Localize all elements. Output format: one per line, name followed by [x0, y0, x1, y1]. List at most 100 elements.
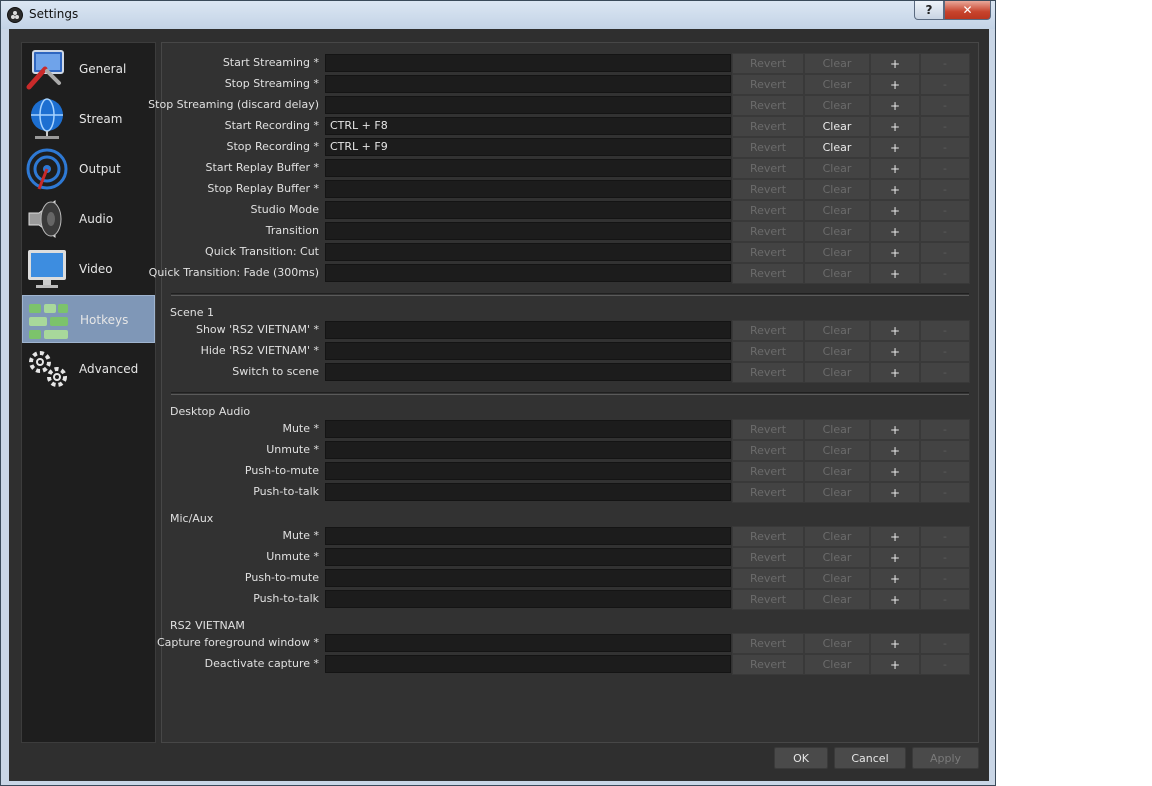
hotkey-input[interactable]	[325, 201, 731, 219]
remove-hotkey-button[interactable]: -	[920, 419, 970, 440]
add-hotkey-button[interactable]: +	[870, 158, 920, 179]
clear-button[interactable]: Clear	[804, 200, 870, 221]
clear-button[interactable]: Clear	[804, 547, 870, 568]
clear-button[interactable]: Clear	[804, 419, 870, 440]
add-hotkey-button[interactable]: +	[870, 242, 920, 263]
revert-button[interactable]: Revert	[732, 362, 804, 383]
add-hotkey-button[interactable]: +	[870, 221, 920, 242]
hotkey-input[interactable]	[325, 634, 731, 652]
sidebar-item-advanced[interactable]: Advanced	[22, 345, 155, 393]
sidebar-item-output[interactable]: Output	[22, 145, 155, 193]
add-hotkey-button[interactable]: +	[870, 633, 920, 654]
revert-button[interactable]: Revert	[732, 633, 804, 654]
add-hotkey-button[interactable]: +	[870, 137, 920, 158]
clear-button[interactable]: Clear	[804, 179, 870, 200]
hotkey-input[interactable]: CTRL + F9	[325, 138, 731, 156]
clear-button[interactable]: Clear	[804, 158, 870, 179]
help-button[interactable]: ?	[914, 1, 944, 20]
remove-hotkey-button[interactable]: -	[920, 320, 970, 341]
remove-hotkey-button[interactable]: -	[920, 568, 970, 589]
hotkey-input[interactable]	[325, 363, 731, 381]
sidebar-item-hotkeys[interactable]: Hotkeys	[22, 295, 155, 343]
remove-hotkey-button[interactable]: -	[920, 74, 970, 95]
hotkey-input[interactable]	[325, 441, 731, 459]
clear-button[interactable]: Clear	[804, 461, 870, 482]
hotkey-input[interactable]	[325, 590, 731, 608]
revert-button[interactable]: Revert	[732, 419, 804, 440]
remove-hotkey-button[interactable]: -	[920, 547, 970, 568]
revert-button[interactable]: Revert	[732, 320, 804, 341]
revert-button[interactable]: Revert	[732, 263, 804, 284]
revert-button[interactable]: Revert	[732, 116, 804, 137]
clear-button[interactable]: Clear	[804, 526, 870, 547]
sidebar-item-audio[interactable]: Audio	[22, 195, 155, 243]
revert-button[interactable]: Revert	[732, 526, 804, 547]
add-hotkey-button[interactable]: +	[870, 568, 920, 589]
add-hotkey-button[interactable]: +	[870, 263, 920, 284]
add-hotkey-button[interactable]: +	[870, 526, 920, 547]
add-hotkey-button[interactable]: +	[870, 200, 920, 221]
remove-hotkey-button[interactable]: -	[920, 158, 970, 179]
remove-hotkey-button[interactable]: -	[920, 179, 970, 200]
add-hotkey-button[interactable]: +	[870, 419, 920, 440]
revert-button[interactable]: Revert	[732, 440, 804, 461]
remove-hotkey-button[interactable]: -	[920, 482, 970, 503]
clear-button[interactable]: Clear	[804, 242, 870, 263]
remove-hotkey-button[interactable]: -	[920, 53, 970, 74]
hotkey-input[interactable]	[325, 159, 731, 177]
hotkey-input[interactable]	[325, 548, 731, 566]
clear-button[interactable]: Clear	[804, 440, 870, 461]
clear-button[interactable]: Clear	[804, 116, 870, 137]
hotkey-input[interactable]: CTRL + F8	[325, 117, 731, 135]
sidebar-item-stream[interactable]: Stream	[22, 95, 155, 143]
revert-button[interactable]: Revert	[732, 74, 804, 95]
clear-button[interactable]: Clear	[804, 362, 870, 383]
hotkey-input[interactable]	[325, 655, 731, 673]
apply-button[interactable]: Apply	[912, 747, 979, 769]
remove-hotkey-button[interactable]: -	[920, 654, 970, 675]
revert-button[interactable]: Revert	[732, 179, 804, 200]
add-hotkey-button[interactable]: +	[870, 440, 920, 461]
cancel-button[interactable]: Cancel	[834, 747, 906, 769]
revert-button[interactable]: Revert	[732, 200, 804, 221]
ok-button[interactable]: OK	[774, 747, 828, 769]
remove-hotkey-button[interactable]: -	[920, 137, 970, 158]
remove-hotkey-button[interactable]: -	[920, 589, 970, 610]
add-hotkey-button[interactable]: +	[870, 362, 920, 383]
remove-hotkey-button[interactable]: -	[920, 242, 970, 263]
hotkey-input[interactable]	[325, 180, 731, 198]
clear-button[interactable]: Clear	[804, 74, 870, 95]
revert-button[interactable]: Revert	[732, 53, 804, 74]
remove-hotkey-button[interactable]: -	[920, 362, 970, 383]
add-hotkey-button[interactable]: +	[870, 341, 920, 362]
hotkey-input[interactable]	[325, 342, 731, 360]
remove-hotkey-button[interactable]: -	[920, 116, 970, 137]
hotkey-input[interactable]	[325, 54, 731, 72]
close-button[interactable]: ✕	[944, 1, 991, 20]
add-hotkey-button[interactable]: +	[870, 320, 920, 341]
clear-button[interactable]: Clear	[804, 53, 870, 74]
revert-button[interactable]: Revert	[732, 568, 804, 589]
add-hotkey-button[interactable]: +	[870, 654, 920, 675]
add-hotkey-button[interactable]: +	[870, 116, 920, 137]
clear-button[interactable]: Clear	[804, 95, 870, 116]
hotkey-input[interactable]	[325, 222, 731, 240]
hotkey-input[interactable]	[325, 527, 731, 545]
revert-button[interactable]: Revert	[732, 589, 804, 610]
hotkey-input[interactable]	[325, 483, 731, 501]
add-hotkey-button[interactable]: +	[870, 74, 920, 95]
remove-hotkey-button[interactable]: -	[920, 526, 970, 547]
revert-button[interactable]: Revert	[732, 242, 804, 263]
revert-button[interactable]: Revert	[732, 158, 804, 179]
clear-button[interactable]: Clear	[804, 263, 870, 284]
remove-hotkey-button[interactable]: -	[920, 440, 970, 461]
hotkey-input[interactable]	[325, 96, 731, 114]
add-hotkey-button[interactable]: +	[870, 95, 920, 116]
remove-hotkey-button[interactable]: -	[920, 633, 970, 654]
add-hotkey-button[interactable]: +	[870, 589, 920, 610]
revert-button[interactable]: Revert	[732, 482, 804, 503]
add-hotkey-button[interactable]: +	[870, 53, 920, 74]
add-hotkey-button[interactable]: +	[870, 461, 920, 482]
clear-button[interactable]: Clear	[804, 320, 870, 341]
remove-hotkey-button[interactable]: -	[920, 263, 970, 284]
